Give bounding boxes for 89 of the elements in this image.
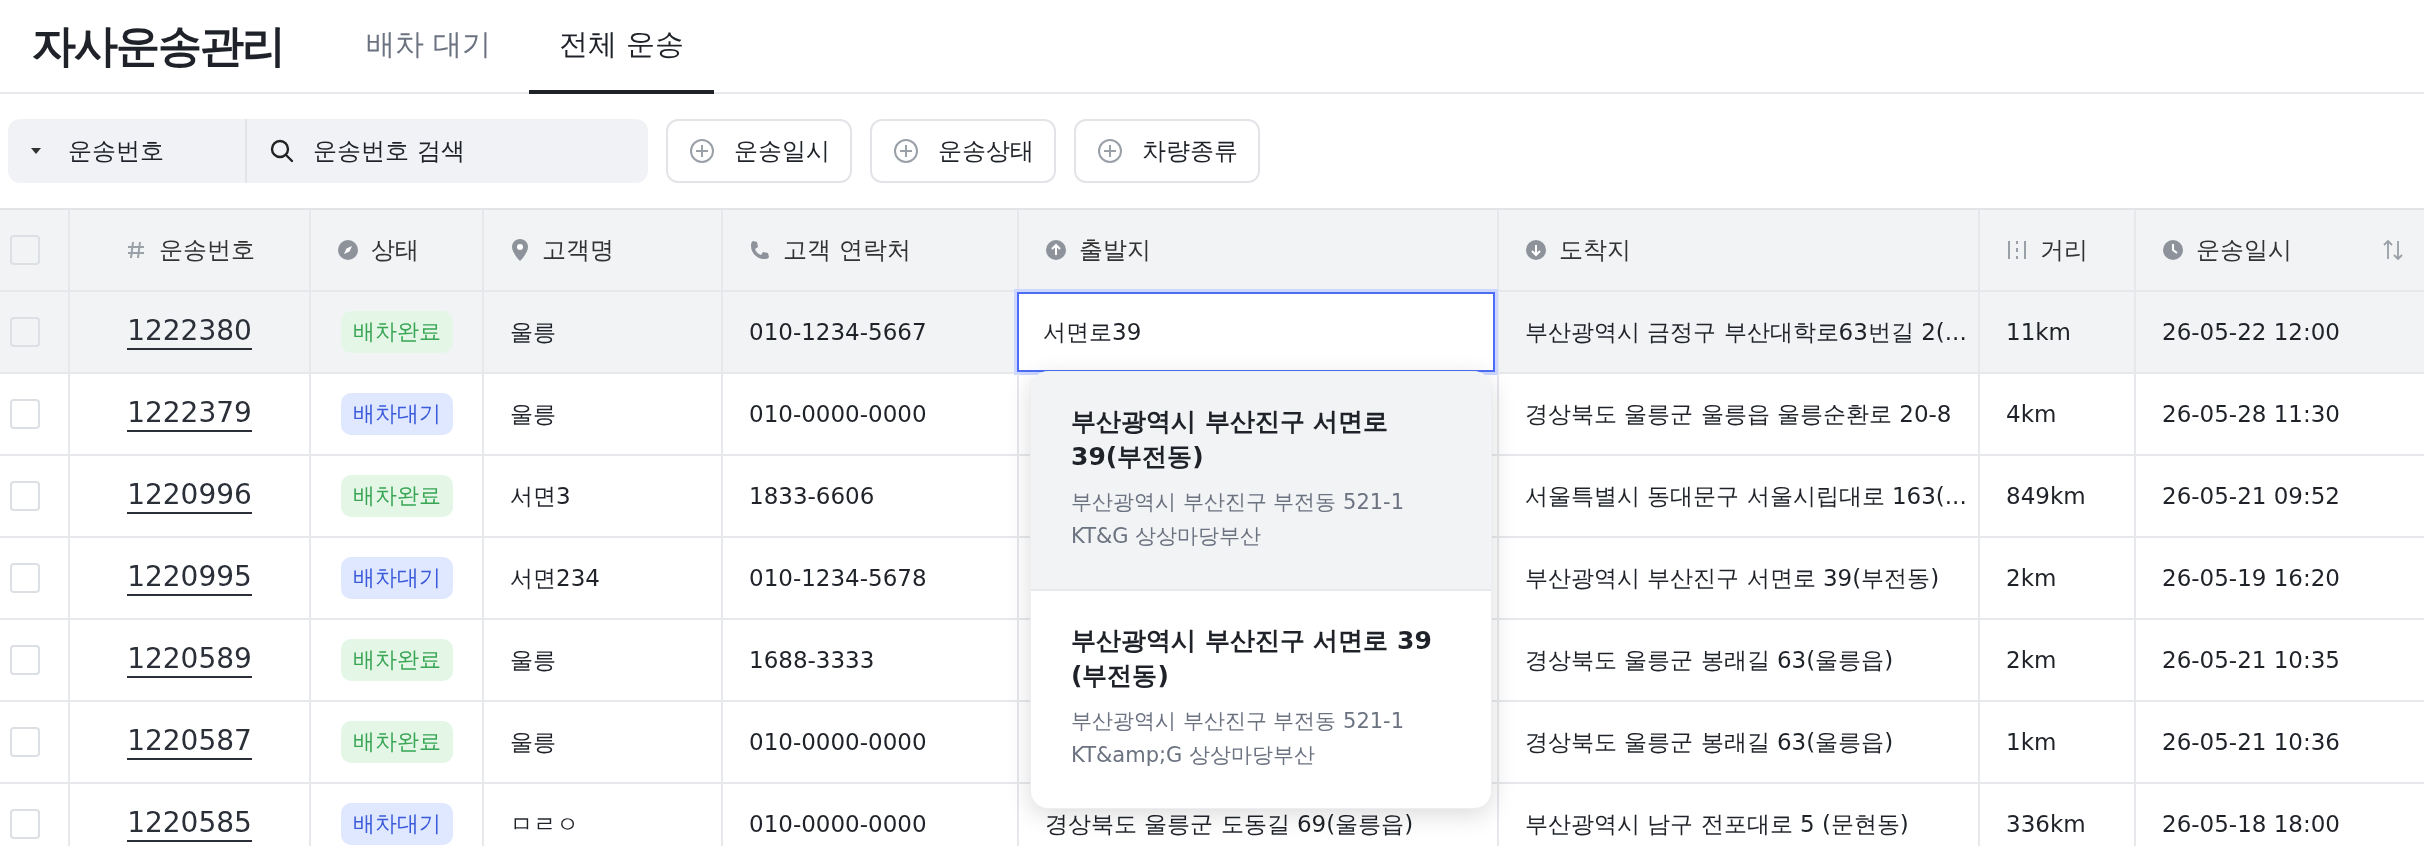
status-badge: 배차대기 (340, 557, 453, 599)
search-field[interactable]: 운송번호 검색 (311, 136, 645, 166)
column-header: 운송일시 (2196, 235, 2292, 266)
plus-icon (892, 137, 920, 165)
checkbox[interactable] (10, 727, 40, 757)
table-cell-text: 서면234 (510, 563, 600, 593)
table-cell: 1km (2006, 729, 2057, 755)
table-cell-text: 서면3 (510, 481, 571, 511)
table-cell: 336km (2006, 811, 2086, 837)
shipment-link[interactable]: 1222380 (127, 314, 252, 350)
table-cell: 2km (2006, 647, 2057, 673)
compass-icon (337, 239, 359, 261)
app-title: 자사운송관리 (32, 18, 284, 73)
table-cell: 26-05-21 10:36 (2162, 729, 2340, 755)
checkbox[interactable] (10, 809, 40, 839)
table-cell: 1833-6606 (749, 483, 875, 509)
plus-icon (1096, 137, 1124, 165)
status-badge: 배차완료 (340, 311, 453, 353)
table-cell: 26-05-28 11:30 (2162, 401, 2340, 427)
phone-icon (749, 239, 771, 261)
sort-icon[interactable] (2382, 237, 2404, 263)
table-cell: 010-0000-0000 (749, 729, 927, 755)
search-icon (269, 138, 295, 164)
status-badge: 배차대기 (340, 393, 453, 435)
suggestion-item[interactable]: 부산광역시 부산진구 서면로 39(부전동) 부산광역시 부산진구 부전동 521-1 KT&G 상상마당부산 (1031, 372, 1491, 592)
table-cell-text: 부산광역시 부산진구 서면로 39(부전동) (1525, 563, 1940, 593)
table-cell: 010-0000-0000 (749, 401, 927, 427)
checkbox[interactable] (10, 563, 40, 593)
column-header: 운송번호 (158, 235, 255, 266)
filter-button[interactable]: 운송일시 (666, 119, 852, 183)
table-cell-text: 경상북도 울릉군 도동길 69(울릉읍) (1044, 809, 1414, 839)
status-badge: 배차완료 (340, 475, 453, 517)
column-header: 고객 연락처 (783, 235, 911, 266)
table-cell: 1688-3333 (749, 647, 875, 673)
table-cell: 11km (2006, 319, 2071, 345)
shipment-link[interactable]: 1220996 (127, 478, 252, 514)
status-badge: 배차완료 (340, 639, 453, 681)
status-badge: 배차대기 (340, 803, 453, 845)
shipment-link[interactable]: 1220585 (127, 806, 252, 842)
table-cell-text: 부산광역시 금정구 부산대학로63번길 2(... (1525, 317, 1967, 347)
table-cell: 010-1234-5678 (749, 565, 927, 591)
plus-icon (688, 137, 716, 165)
table-cell-text: 울릉 (510, 645, 556, 675)
column-header: 도착지 (1559, 235, 1631, 266)
table-cell-text: ㅁㄹㅇ (510, 809, 579, 839)
table-cell: 849km (2006, 483, 2086, 509)
tab[interactable]: 배차 대기 (336, 0, 522, 94)
arrow-up-circle-icon (1045, 239, 1067, 261)
table-cell: 26-05-18 18:00 (2162, 811, 2340, 837)
table-cell-text: 부산광역시 남구 전포대로 5 (문현동) (1525, 809, 1909, 839)
table-cell-text: 울릉 (510, 399, 556, 429)
table-cell-text: 경상북도 울릉군 봉래길 63(울릉읍) (1525, 645, 1894, 675)
table-cell-text: 경상북도 울릉군 봉래길 63(울릉읍) (1525, 727, 1894, 757)
shipment-link[interactable]: 1220589 (127, 642, 252, 678)
suggestion-item[interactable]: 부산광역시 부산진구 서면로 39 (부전동) 부산광역시 부산진구 부전동 521-1 KT&amp;G 상상마당부산 (1031, 591, 1491, 809)
shipment-link[interactable]: 1220995 (127, 560, 252, 596)
table-cell-text: 서울특별시 동대문구 서울시립대로 163(... (1525, 481, 1967, 511)
tab[interactable]: 전체 운송 (529, 0, 715, 94)
column-header: 출발지 (1079, 235, 1151, 266)
arrow-down-circle-icon (1525, 239, 1547, 261)
table-cell: 010-0000-0000 (749, 811, 927, 837)
table-row[interactable]: 1222380 배차완료 울릉 010-1234-5667 서면로39 부산광역시 금정구 부산대학로63번길 2(... 11km 26-05-22 12:00 (0, 292, 2424, 374)
checkbox[interactable] (10, 481, 40, 511)
table-cell: 4km (2006, 401, 2057, 427)
checkbox[interactable] (10, 645, 40, 675)
checkbox[interactable] (10, 399, 40, 429)
shipment-link[interactable]: 1222379 (127, 396, 252, 432)
caret-icon (30, 147, 42, 155)
column-header: 상태 (371, 235, 419, 266)
table-cell: 26-05-21 09:52 (2162, 483, 2340, 509)
table-cell: 010-1234-5667 (749, 319, 927, 345)
field-select[interactable]: 운송번호 (8, 119, 247, 183)
table-cell: 26-05-22 12:00 (2162, 319, 2340, 345)
table-cell: 26-05-21 10:35 (2162, 647, 2340, 673)
status-badge: 배차완료 (340, 721, 453, 763)
pin-icon (510, 238, 530, 262)
table-cell-text: 울릉 (510, 727, 556, 757)
table-cell: 26-05-19 16:20 (2162, 565, 2340, 591)
clock-icon (2162, 239, 2184, 261)
table-cell-text: 울릉 (510, 317, 556, 347)
filter-button[interactable]: 차량종류 (1074, 119, 1260, 183)
table-cell-text: 경상북도 울릉군 울릉읍 울릉순환로 20-8 (1525, 399, 1952, 429)
shipment-link[interactable]: 1220587 (127, 724, 252, 760)
filter-button[interactable]: 운송상태 (870, 119, 1056, 183)
ruler-icon (2006, 239, 2028, 261)
departure-input[interactable]: 서면로39 (1017, 292, 1495, 372)
table-cell: 2km (2006, 565, 2057, 591)
column-header: 고객명 (542, 235, 614, 266)
column-header: 거리 (2040, 235, 2088, 266)
